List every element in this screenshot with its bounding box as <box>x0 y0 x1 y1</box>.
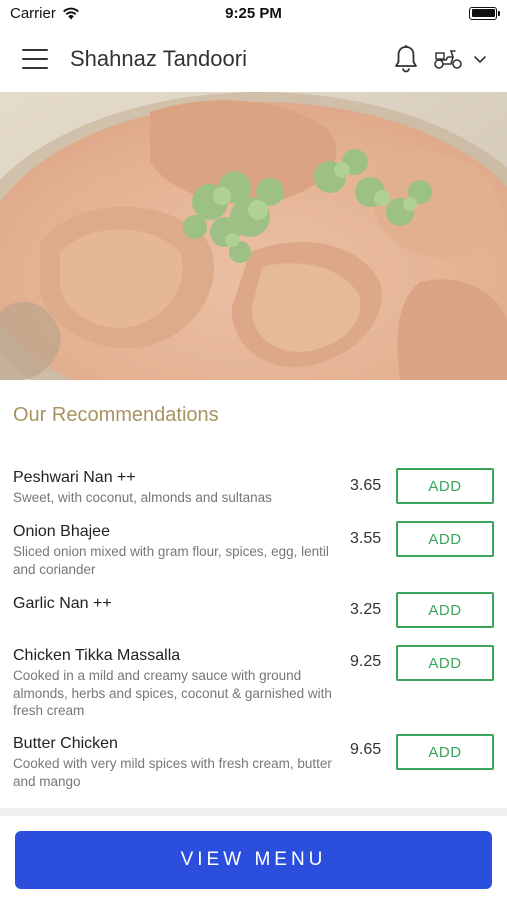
add-button[interactable]: ADD <box>396 521 494 557</box>
item-name: Chicken Tikka Massalla <box>13 647 181 664</box>
battery-icon <box>469 6 500 20</box>
item-description: Cooked with very mild spices with fresh … <box>13 756 332 789</box>
item-description: Sweet, with coconut, almonds and sultana… <box>13 490 272 505</box>
item-text: Chicken Tikka Massalla Cooked in a mild … <box>13 646 345 720</box>
bell-icon[interactable] <box>393 44 419 74</box>
status-left: Carrier <box>10 5 80 22</box>
item-text: Onion Bhajee Sliced onion mixed with gra… <box>13 522 345 578</box>
item-description: Cooked in a mild and creamy sauce with g… <box>13 668 332 718</box>
add-button[interactable]: ADD <box>396 734 494 770</box>
menu-item: Peshwari Nan ++ Sweet, with coconut, alm… <box>0 468 507 507</box>
item-price: 3.65 <box>350 477 382 494</box>
menu-item: Chicken Tikka Massalla Cooked in a mild … <box>0 645 507 720</box>
add-button[interactable]: ADD <box>396 468 494 504</box>
item-price: 3.55 <box>350 530 382 547</box>
item-text: Garlic Nan ++ <box>13 594 345 614</box>
wifi-icon <box>62 7 79 19</box>
item-description: Sliced onion mixed with gram flour, spic… <box>13 544 329 577</box>
carrier-label: Carrier <box>10 4 56 22</box>
menu-item: Butter Chicken Cooked with very mild spi… <box>0 734 507 790</box>
restaurant-title: Shahnaz Tandoori <box>70 46 247 71</box>
menu-item: Onion Bhajee Sliced onion mixed with gra… <box>0 521 507 578</box>
header-actions <box>393 44 487 74</box>
divider <box>0 808 507 816</box>
item-name: Onion Bhajee <box>13 523 110 540</box>
menu-item: Garlic Nan ++ 3.25 ADD <box>0 592 507 628</box>
item-name: Butter Chicken <box>13 735 118 752</box>
curry-dish-photo <box>0 92 507 380</box>
item-name: Garlic Nan ++ <box>13 595 112 612</box>
hero-food-image <box>0 92 507 380</box>
delivery-selector[interactable] <box>433 48 487 70</box>
add-button[interactable]: ADD <box>396 592 494 628</box>
item-price: 3.25 <box>350 601 382 618</box>
scooter-icon <box>434 50 462 69</box>
item-price: 9.65 <box>350 741 382 758</box>
item-text: Peshwari Nan ++ Sweet, with coconut, alm… <box>13 468 345 507</box>
view-menu-button[interactable]: VIEW MENU <box>15 831 492 889</box>
recommendations-title: Our Recommendations <box>13 404 219 426</box>
add-button[interactable]: ADD <box>396 645 494 681</box>
app-header: Shahnaz Tandoori <box>0 26 507 92</box>
menu-icon[interactable] <box>22 49 48 69</box>
item-name: Peshwari Nan ++ <box>13 469 136 486</box>
item-text: Butter Chicken Cooked with very mild spi… <box>13 734 345 790</box>
item-price: 9.25 <box>350 653 382 670</box>
status-bar: Carrier 9:25 PM <box>0 0 507 26</box>
chevron-down-icon <box>474 56 486 63</box>
